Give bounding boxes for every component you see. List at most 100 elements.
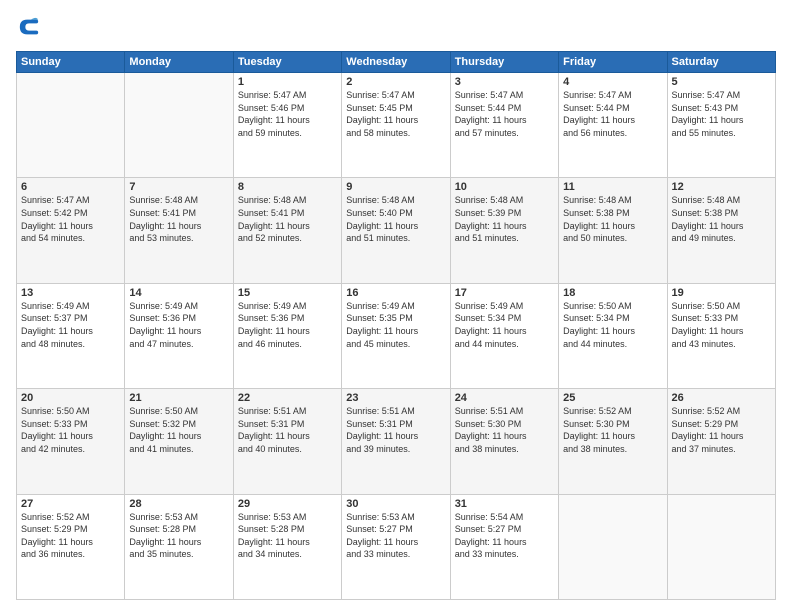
calendar-row-0: 1Sunrise: 5:47 AM Sunset: 5:46 PM Daylig… <box>17 73 776 178</box>
calendar-row-3: 20Sunrise: 5:50 AM Sunset: 5:33 PM Dayli… <box>17 389 776 494</box>
calendar-cell: 4Sunrise: 5:47 AM Sunset: 5:44 PM Daylig… <box>559 73 667 178</box>
day-info: Sunrise: 5:54 AM Sunset: 5:27 PM Dayligh… <box>455 511 554 561</box>
day-number: 17 <box>455 287 554 299</box>
calendar-cell: 29Sunrise: 5:53 AM Sunset: 5:28 PM Dayli… <box>233 494 341 599</box>
weekday-header-friday: Friday <box>559 52 667 73</box>
day-number: 18 <box>563 287 662 299</box>
day-info: Sunrise: 5:48 AM Sunset: 5:39 PM Dayligh… <box>455 194 554 244</box>
calendar-cell: 31Sunrise: 5:54 AM Sunset: 5:27 PM Dayli… <box>450 494 558 599</box>
day-number: 3 <box>455 76 554 88</box>
calendar-cell: 20Sunrise: 5:50 AM Sunset: 5:33 PM Dayli… <box>17 389 125 494</box>
calendar-cell: 28Sunrise: 5:53 AM Sunset: 5:28 PM Dayli… <box>125 494 233 599</box>
day-number: 15 <box>238 287 337 299</box>
day-number: 26 <box>672 392 771 404</box>
day-number: 13 <box>21 287 120 299</box>
day-number: 29 <box>238 498 337 510</box>
calendar-cell: 21Sunrise: 5:50 AM Sunset: 5:32 PM Dayli… <box>125 389 233 494</box>
day-number: 10 <box>455 181 554 193</box>
weekday-header-monday: Monday <box>125 52 233 73</box>
day-number: 12 <box>672 181 771 193</box>
weekday-header-wednesday: Wednesday <box>342 52 450 73</box>
calendar-cell <box>667 494 775 599</box>
day-info: Sunrise: 5:52 AM Sunset: 5:30 PM Dayligh… <box>563 405 662 455</box>
day-info: Sunrise: 5:50 AM Sunset: 5:32 PM Dayligh… <box>129 405 228 455</box>
day-info: Sunrise: 5:52 AM Sunset: 5:29 PM Dayligh… <box>21 511 120 561</box>
day-number: 7 <box>129 181 228 193</box>
calendar-cell: 13Sunrise: 5:49 AM Sunset: 5:37 PM Dayli… <box>17 283 125 388</box>
calendar-row-4: 27Sunrise: 5:52 AM Sunset: 5:29 PM Dayli… <box>17 494 776 599</box>
day-info: Sunrise: 5:49 AM Sunset: 5:36 PM Dayligh… <box>238 300 337 350</box>
calendar-cell: 17Sunrise: 5:49 AM Sunset: 5:34 PM Dayli… <box>450 283 558 388</box>
day-info: Sunrise: 5:50 AM Sunset: 5:33 PM Dayligh… <box>21 405 120 455</box>
calendar-cell: 10Sunrise: 5:48 AM Sunset: 5:39 PM Dayli… <box>450 178 558 283</box>
logo-icon <box>18 16 40 38</box>
day-info: Sunrise: 5:49 AM Sunset: 5:37 PM Dayligh… <box>21 300 120 350</box>
day-info: Sunrise: 5:47 AM Sunset: 5:42 PM Dayligh… <box>21 194 120 244</box>
calendar-cell <box>125 73 233 178</box>
calendar-cell <box>17 73 125 178</box>
day-info: Sunrise: 5:49 AM Sunset: 5:35 PM Dayligh… <box>346 300 445 350</box>
day-number: 19 <box>672 287 771 299</box>
calendar-cell: 14Sunrise: 5:49 AM Sunset: 5:36 PM Dayli… <box>125 283 233 388</box>
weekday-header-sunday: Sunday <box>17 52 125 73</box>
day-number: 22 <box>238 392 337 404</box>
day-number: 30 <box>346 498 445 510</box>
calendar-cell: 27Sunrise: 5:52 AM Sunset: 5:29 PM Dayli… <box>17 494 125 599</box>
calendar-cell: 19Sunrise: 5:50 AM Sunset: 5:33 PM Dayli… <box>667 283 775 388</box>
weekday-header-thursday: Thursday <box>450 52 558 73</box>
day-number: 31 <box>455 498 554 510</box>
calendar-cell: 9Sunrise: 5:48 AM Sunset: 5:40 PM Daylig… <box>342 178 450 283</box>
calendar-cell: 6Sunrise: 5:47 AM Sunset: 5:42 PM Daylig… <box>17 178 125 283</box>
day-number: 24 <box>455 392 554 404</box>
day-info: Sunrise: 5:48 AM Sunset: 5:38 PM Dayligh… <box>672 194 771 244</box>
day-info: Sunrise: 5:53 AM Sunset: 5:28 PM Dayligh… <box>129 511 228 561</box>
day-number: 6 <box>21 181 120 193</box>
day-info: Sunrise: 5:50 AM Sunset: 5:33 PM Dayligh… <box>672 300 771 350</box>
day-number: 27 <box>21 498 120 510</box>
calendar-cell: 24Sunrise: 5:51 AM Sunset: 5:30 PM Dayli… <box>450 389 558 494</box>
calendar-cell: 12Sunrise: 5:48 AM Sunset: 5:38 PM Dayli… <box>667 178 775 283</box>
calendar-cell: 5Sunrise: 5:47 AM Sunset: 5:43 PM Daylig… <box>667 73 775 178</box>
calendar-cell: 1Sunrise: 5:47 AM Sunset: 5:46 PM Daylig… <box>233 73 341 178</box>
day-number: 14 <box>129 287 228 299</box>
day-info: Sunrise: 5:51 AM Sunset: 5:31 PM Dayligh… <box>346 405 445 455</box>
calendar-cell: 25Sunrise: 5:52 AM Sunset: 5:30 PM Dayli… <box>559 389 667 494</box>
calendar-cell: 16Sunrise: 5:49 AM Sunset: 5:35 PM Dayli… <box>342 283 450 388</box>
day-number: 4 <box>563 76 662 88</box>
header <box>16 12 776 43</box>
calendar-cell: 23Sunrise: 5:51 AM Sunset: 5:31 PM Dayli… <box>342 389 450 494</box>
calendar-cell <box>559 494 667 599</box>
day-info: Sunrise: 5:48 AM Sunset: 5:41 PM Dayligh… <box>238 194 337 244</box>
day-info: Sunrise: 5:47 AM Sunset: 5:44 PM Dayligh… <box>563 89 662 139</box>
calendar-row-2: 13Sunrise: 5:49 AM Sunset: 5:37 PM Dayli… <box>17 283 776 388</box>
weekday-header-tuesday: Tuesday <box>233 52 341 73</box>
day-info: Sunrise: 5:47 AM Sunset: 5:44 PM Dayligh… <box>455 89 554 139</box>
day-info: Sunrise: 5:47 AM Sunset: 5:46 PM Dayligh… <box>238 89 337 139</box>
page: SundayMondayTuesdayWednesdayThursdayFrid… <box>0 0 792 612</box>
calendar-cell: 30Sunrise: 5:53 AM Sunset: 5:27 PM Dayli… <box>342 494 450 599</box>
weekday-header-saturday: Saturday <box>667 52 775 73</box>
calendar-table: SundayMondayTuesdayWednesdayThursdayFrid… <box>16 51 776 600</box>
day-number: 5 <box>672 76 771 88</box>
day-info: Sunrise: 5:51 AM Sunset: 5:30 PM Dayligh… <box>455 405 554 455</box>
day-number: 25 <box>563 392 662 404</box>
day-info: Sunrise: 5:48 AM Sunset: 5:38 PM Dayligh… <box>563 194 662 244</box>
calendar-cell: 8Sunrise: 5:48 AM Sunset: 5:41 PM Daylig… <box>233 178 341 283</box>
day-info: Sunrise: 5:51 AM Sunset: 5:31 PM Dayligh… <box>238 405 337 455</box>
calendar-cell: 7Sunrise: 5:48 AM Sunset: 5:41 PM Daylig… <box>125 178 233 283</box>
day-info: Sunrise: 5:50 AM Sunset: 5:34 PM Dayligh… <box>563 300 662 350</box>
calendar-cell: 3Sunrise: 5:47 AM Sunset: 5:44 PM Daylig… <box>450 73 558 178</box>
calendar-cell: 2Sunrise: 5:47 AM Sunset: 5:45 PM Daylig… <box>342 73 450 178</box>
day-number: 9 <box>346 181 445 193</box>
calendar-cell: 15Sunrise: 5:49 AM Sunset: 5:36 PM Dayli… <box>233 283 341 388</box>
logo <box>16 16 44 43</box>
day-number: 1 <box>238 76 337 88</box>
day-number: 23 <box>346 392 445 404</box>
day-number: 16 <box>346 287 445 299</box>
day-info: Sunrise: 5:48 AM Sunset: 5:40 PM Dayligh… <box>346 194 445 244</box>
day-number: 20 <box>21 392 120 404</box>
day-info: Sunrise: 5:47 AM Sunset: 5:45 PM Dayligh… <box>346 89 445 139</box>
calendar-cell: 18Sunrise: 5:50 AM Sunset: 5:34 PM Dayli… <box>559 283 667 388</box>
calendar-cell: 11Sunrise: 5:48 AM Sunset: 5:38 PM Dayli… <box>559 178 667 283</box>
weekday-header-row: SundayMondayTuesdayWednesdayThursdayFrid… <box>17 52 776 73</box>
